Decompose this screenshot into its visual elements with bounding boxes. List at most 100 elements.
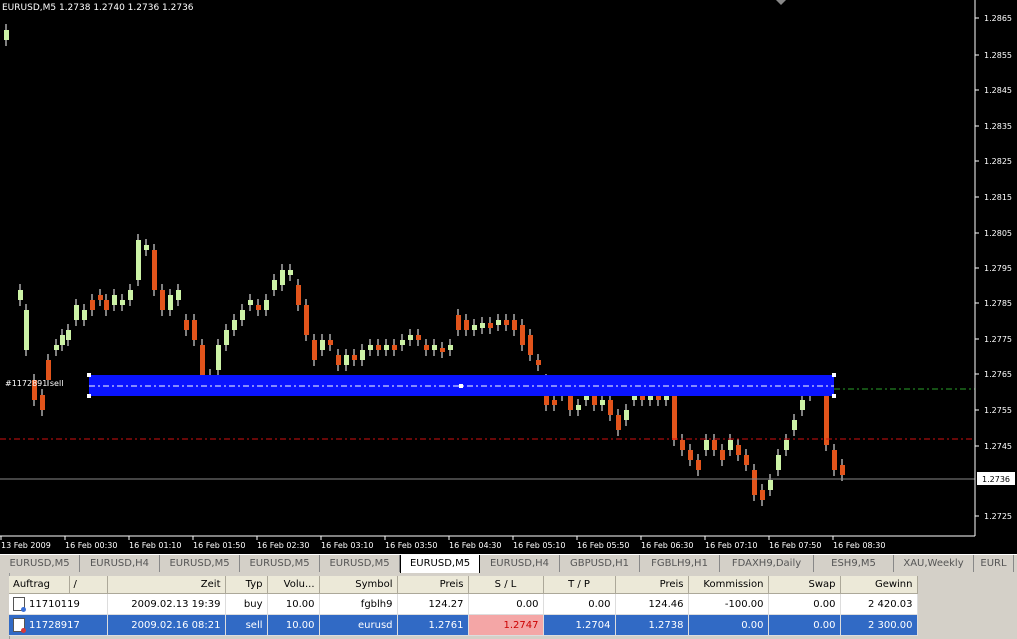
candle-body — [320, 340, 325, 350]
candle-body — [82, 310, 87, 320]
candle-body — [760, 490, 765, 500]
chart-tab[interactable]: EURUSD,M5 — [320, 555, 400, 572]
candle-body — [128, 290, 133, 300]
price-axis-labels: 1.2865 1.2855 1.2845 1.2835 1.2825 1.2815 1.28… — [975, 14, 1012, 521]
candle-body — [768, 480, 773, 490]
candle-body — [18, 290, 23, 300]
price-label: 1.2795 — [984, 264, 1012, 273]
column-header[interactable]: Volu... — [267, 576, 320, 594]
candle-body — [840, 465, 845, 475]
candle-body — [90, 300, 95, 310]
candle-body — [312, 340, 317, 360]
candle-body — [424, 345, 429, 350]
chart-tab[interactable]: FGBLH9,H1 — [640, 555, 720, 572]
column-header[interactable]: / — [69, 576, 108, 594]
candle-body — [344, 355, 349, 365]
candle-body — [688, 450, 693, 460]
sl-cell: 1.2747 — [468, 614, 544, 636]
order-label[interactable]: #1172891 sell — [5, 379, 63, 388]
price-chart[interactable]: 1.2865 1.2855 1.2845 1.2835 1.2825 1.2815 1.28… — [0, 0, 1017, 554]
chart-tab[interactable]: FDAXH9,Daily — [720, 555, 814, 572]
chart-tab[interactable]: XAU,Weekly — [894, 555, 974, 572]
column-header[interactable]: Gewinn — [840, 576, 918, 594]
candle-body — [512, 320, 517, 330]
candle-body — [376, 345, 381, 350]
candle-body — [4, 30, 9, 40]
chart-tab[interactable]: EURUSD,M5 — [160, 555, 240, 572]
price-label: 1.2755 — [984, 406, 1012, 415]
price-label: 1.2835 — [984, 122, 1012, 131]
chart-tabs-bar: EURUSD,M5 EURUSD,H4 EURUSD,M5 EURUSD,M5 EURU… — [0, 554, 1017, 573]
candle-body — [496, 320, 501, 325]
candle-body — [176, 290, 181, 300]
column-header[interactable]: Typ — [225, 576, 268, 594]
candle-body — [720, 450, 725, 460]
selection-handle-tl[interactable] — [87, 373, 91, 377]
price-label: 1.2805 — [984, 229, 1012, 238]
selection-handle-mid[interactable] — [459, 384, 463, 388]
chart-shift-marker-icon[interactable] — [776, 0, 786, 5]
price-label: 1.2825 — [984, 157, 1012, 166]
chart-tab[interactable]: ESH9,M5 — [814, 555, 894, 572]
chart-tab[interactable]: EURUSD,H4 — [480, 555, 560, 572]
chart-tab[interactable]: EURUSD,H4 — [80, 555, 160, 572]
order-row[interactable]: 11710119 2009.02.13 19:39 buy 10.00 fgblh9 12… — [9, 593, 918, 615]
candle-body — [608, 400, 613, 415]
order-id: 11728917 — [29, 620, 80, 631]
column-header[interactable]: Preis — [615, 576, 689, 594]
candle-body — [256, 305, 261, 310]
candle-body — [152, 250, 157, 290]
commission-cell: 0.00 — [688, 614, 769, 636]
candle-body — [240, 310, 245, 320]
order-row[interactable]: 11728917 2009.02.16 08:21 sell 10.00 eurusd 1… — [9, 614, 918, 636]
column-header[interactable]: Zeit — [107, 576, 226, 594]
candle-body — [392, 345, 397, 350]
candle-body — [792, 420, 797, 430]
column-header[interactable]: Symbol — [319, 576, 398, 594]
price-label: 1.2745 — [984, 442, 1012, 451]
column-header[interactable]: S / L — [468, 576, 544, 594]
column-header[interactable]: Swap — [768, 576, 841, 594]
column-header[interactable]: T / P — [543, 576, 616, 594]
candle-body — [248, 300, 253, 305]
column-header[interactable]: Preis — [397, 576, 469, 594]
chart-tab[interactable]: GBPUSD,H1 — [560, 555, 640, 572]
chart-tab[interactable]: EURUSD,M5 — [400, 555, 480, 573]
candle-body — [136, 240, 141, 280]
chart-tab[interactable]: EURUSD,M5 — [240, 555, 320, 572]
order-id: 11710119 — [29, 599, 80, 610]
volume-cell: 10.00 — [267, 593, 320, 615]
cur_price-cell: 1.2738 — [615, 614, 689, 636]
candle-body — [672, 395, 677, 440]
time-label: 16 Feb 06:30 — [641, 541, 693, 550]
candle-body — [480, 323, 485, 328]
column-header[interactable]: Kommission — [688, 576, 769, 594]
time-label: 16 Feb 04:30 — [449, 541, 501, 550]
candle-body — [776, 455, 781, 470]
candle-body — [824, 395, 829, 445]
candle-body — [272, 280, 277, 290]
selection-handle-bl[interactable] — [87, 394, 91, 398]
tp-cell: 0.00 — [543, 593, 616, 615]
candle-body — [568, 395, 573, 410]
selection-handle-br[interactable] — [832, 394, 836, 398]
chart-tab[interactable]: EURL — [974, 555, 1014, 572]
candle-body — [552, 400, 557, 405]
candlestick-chart[interactable]: 1.2865 1.2855 1.2845 1.2835 1.2825 1.2815 1.28… — [0, 0, 1017, 554]
candle-body — [168, 295, 173, 310]
candle-body — [704, 440, 709, 450]
column-header[interactable]: Auftrag — [9, 576, 70, 594]
terminal-panel: Auftrag / Zeit Typ Volu... Symbol Preis S / LT … — [0, 573, 1017, 639]
time-cell: 2009.02.16 08:21 — [107, 614, 226, 636]
time-axis-labels: 13 Feb 2009 16 Feb 00:30 16 Feb 01:10 16 Fe… — [0, 536, 885, 550]
chart-tab[interactable]: EURUSD,M5 — [0, 555, 80, 572]
candle-body — [304, 305, 309, 335]
candle-body — [336, 355, 341, 365]
selection-handle-tr[interactable] — [832, 373, 836, 377]
candle-body — [616, 415, 621, 430]
candle-body — [232, 320, 237, 330]
candle-body — [384, 345, 389, 350]
candle-body — [24, 310, 29, 350]
price-label: 1.2785 — [984, 299, 1012, 308]
candle-body — [736, 445, 741, 455]
